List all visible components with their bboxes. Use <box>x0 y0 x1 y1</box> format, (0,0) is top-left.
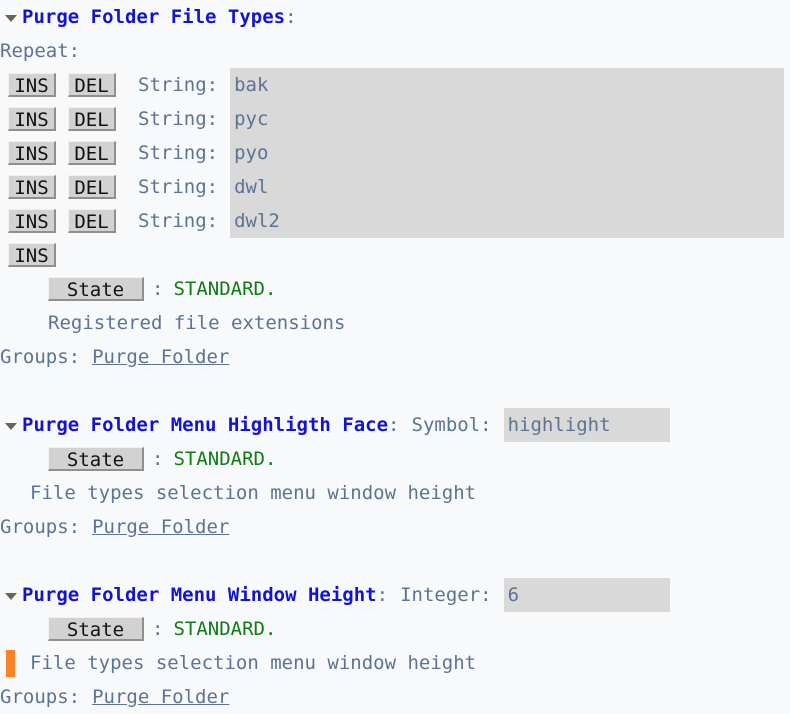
variable-header-file-types: Purge Folder File Types: <box>0 0 790 34</box>
state-button[interactable]: State <box>48 277 144 301</box>
state-button[interactable]: State <box>48 447 144 471</box>
state-button[interactable]: State <box>48 617 144 641</box>
trailing-insert-row: INS <box>0 238 790 272</box>
group-link[interactable]: Purge Folder <box>92 340 229 374</box>
groups-label: Groups: <box>0 516 81 538</box>
insert-button[interactable]: INS <box>8 141 56 165</box>
text-cursor <box>6 650 15 677</box>
state-value: STANDARD. <box>173 618 277 640</box>
type-label: Symbol: <box>411 414 492 436</box>
groups-row: Groups: Purge Folder <box>0 680 790 714</box>
groups-row: Groups: Purge Folder <box>0 510 790 544</box>
groups-label: Groups: <box>0 686 81 708</box>
table-row: INS DEL String: dwl2 <box>0 204 790 238</box>
state-colon: : <box>152 448 164 470</box>
title-colon: : <box>388 414 400 436</box>
triangle-down-icon[interactable] <box>0 577 22 611</box>
delete-button[interactable]: DEL <box>68 141 116 165</box>
state-row: State : STANDARD. <box>0 442 790 476</box>
insert-button[interactable]: INS <box>8 175 56 199</box>
variable-header-highlight-face: Purge Folder Menu Highligth Face: Symbol… <box>0 408 790 442</box>
variable-title[interactable]: Purge Folder File Types <box>22 0 285 34</box>
insert-button[interactable]: INS <box>8 107 56 131</box>
doc-row: File types selection menu window height <box>0 646 790 680</box>
delete-button[interactable]: DEL <box>68 175 116 199</box>
type-label: String: <box>138 108 219 130</box>
state-row: State : STANDARD. <box>0 272 790 306</box>
doc-row: Registered file extensions <box>0 306 790 340</box>
group-link[interactable]: Purge Folder <box>92 680 229 714</box>
type-label: Integer: <box>400 584 492 606</box>
symbol-value-field[interactable]: highlight <box>503 408 670 442</box>
type-label: String: <box>138 74 219 96</box>
string-value-field[interactable]: dwl2 <box>230 204 785 238</box>
variable-title[interactable]: Purge Folder Menu Window Height <box>22 578 377 612</box>
insert-button[interactable]: INS <box>8 209 56 233</box>
doc-text: Registered file extensions <box>48 312 346 334</box>
delete-button[interactable]: DEL <box>68 209 116 233</box>
doc-text: File types selection menu window height <box>30 482 477 504</box>
title-colon: : <box>376 584 389 606</box>
state-row: State : STANDARD. <box>0 612 790 646</box>
insert-button[interactable]: INS <box>8 73 56 97</box>
type-label: String: <box>138 142 219 164</box>
triangle-down-icon[interactable] <box>0 407 22 441</box>
repeat-label-row: Repeat: <box>0 34 790 68</box>
customize-buffer: Purge Folder File Types: Repeat: INS DEL… <box>0 0 790 712</box>
groups-label: Groups: <box>0 346 81 368</box>
state-value: STANDARD. <box>173 448 277 470</box>
type-label: String: <box>138 176 219 198</box>
doc-row: File types selection menu window height <box>0 476 790 510</box>
state-value: STANDARD. <box>173 278 277 300</box>
triangle-down-icon[interactable] <box>0 0 22 33</box>
table-row: INS DEL String: bak <box>0 68 790 102</box>
delete-button[interactable]: DEL <box>68 107 116 131</box>
variable-title[interactable]: Purge Folder Menu Highligth Face <box>22 408 388 442</box>
string-value-field[interactable]: bak <box>230 68 785 102</box>
integer-value-field[interactable]: 6 <box>503 578 670 612</box>
insert-button[interactable]: INS <box>8 243 56 267</box>
type-label: String: <box>138 210 219 232</box>
title-colon: : <box>285 6 297 28</box>
state-colon: : <box>152 618 164 640</box>
variable-header-window-height: Purge Folder Menu Window Height: Integer… <box>0 578 790 612</box>
repeat-label: Repeat: <box>0 40 81 62</box>
string-value-field[interactable]: pyo <box>230 136 785 170</box>
table-row: INS DEL String: pyc <box>0 102 790 136</box>
table-row: INS DEL String: dwl <box>0 170 790 204</box>
doc-text: File types selection menu window height <box>30 652 477 674</box>
string-value-field[interactable]: pyc <box>230 102 785 136</box>
string-value-field[interactable]: dwl <box>230 170 785 204</box>
group-link[interactable]: Purge Folder <box>92 510 229 544</box>
state-colon: : <box>152 278 164 300</box>
groups-row: Groups: Purge Folder <box>0 340 790 374</box>
table-row: INS DEL String: pyo <box>0 136 790 170</box>
delete-button[interactable]: DEL <box>68 73 116 97</box>
